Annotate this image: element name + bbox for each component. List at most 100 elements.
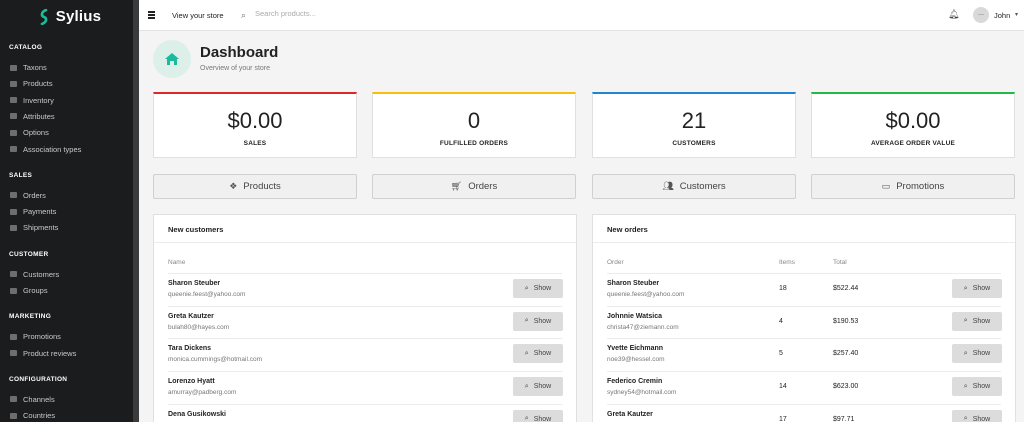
show-button[interactable]: ⌕ Show (952, 279, 1002, 298)
user-menu[interactable]: John (994, 11, 1010, 20)
panel-title: New customers (168, 225, 224, 234)
table-row: Lorenzo Hyatt amurray@padberg.com ⌕ Show (168, 371, 563, 403)
flag-icon (10, 412, 17, 419)
show-button[interactable]: ⌕ Show (513, 377, 563, 397)
page-title: Dashboard (200, 44, 279, 61)
order-customer-name: Sharon Steuber (607, 280, 660, 287)
products-button[interactable]: ❖ Products (153, 174, 357, 199)
order-customer-name: Yvette Eichmann (607, 345, 664, 353)
sidebar-scrollbar[interactable] (133, 0, 139, 422)
sidebar-item-label: Countries (23, 411, 56, 421)
show-label: Show (533, 383, 552, 391)
customer-email: queenie.feest@yahoo.com (168, 291, 246, 298)
customer-email: bulah80@hayes.com (168, 323, 230, 331)
search-icon: ⌕ (524, 284, 529, 292)
stat-value: 21 (681, 108, 707, 133)
stat-customers: 21 CUSTOMERS (592, 92, 796, 158)
chevron-down-icon[interactable]: ▾ (1015, 11, 1018, 18)
logo[interactable]: Sylius (0, 0, 139, 33)
cart-icon (10, 192, 17, 199)
order-items: 14 (779, 383, 787, 391)
show-button[interactable]: ⌕ Show (513, 279, 563, 298)
sidebar-item-attributes[interactable]: Attributes (10, 112, 55, 121)
order-customer-email: christa47@ziemann.com (607, 323, 679, 331)
customers-button[interactable]: 👥︎ Customers (592, 174, 796, 199)
new-customers-panel: New customers Name Sharon Steuber queenie… (153, 214, 577, 422)
sidebar-item-label: Customers (23, 269, 60, 279)
order-items: 17 (779, 415, 787, 422)
users-icon: 👥︎ (662, 181, 674, 191)
customer-email: amurray@padberg.com (168, 389, 237, 397)
sidebar-item-payments[interactable]: Payments (10, 207, 56, 216)
show-label: Show (972, 415, 991, 422)
sidebar-section-title: SALES (9, 171, 33, 179)
sidebar-item-promotions[interactable]: Promotions (10, 332, 61, 341)
column-header-order: Order (607, 259, 624, 266)
users-icon (10, 271, 17, 278)
sidebar-item-label: Orders (23, 190, 46, 200)
search-icon: ⌕ (963, 349, 968, 357)
order-customer-name: Greta Kautzer (607, 410, 653, 418)
history-icon (10, 97, 17, 104)
column-header-items: Items (779, 259, 795, 266)
show-button[interactable]: ⌕ Show (513, 409, 563, 422)
show-button[interactable]: ⌕ Show (513, 344, 563, 364)
sidebar-section-title: CUSTOMER (9, 250, 49, 258)
search-icon: ⌕ (524, 317, 529, 325)
table-row: Johnnie Watsica christa47@ziemann.com 4 $19… (607, 305, 1002, 338)
order-customer-name: Johnnie Watsica (607, 312, 662, 320)
archive-icon (10, 287, 17, 294)
bell-icon[interactable]: 🔔︎ (948, 9, 959, 20)
promotion-icon: ▭ (881, 181, 891, 191)
orders-button[interactable]: 🛒︎ Orders (372, 174, 576, 199)
order-items: 18 (779, 285, 787, 292)
sidebar-item-products[interactable]: Products (10, 79, 53, 88)
sidebar: Sylius CATALOG Taxons Products Inventory Att… (0, 0, 139, 422)
view-store-link[interactable]: View your store (172, 11, 224, 20)
sidebar-item-options[interactable]: Options (10, 128, 49, 137)
sidebar-item-channels[interactable]: Channels (10, 395, 55, 404)
list-icon (10, 146, 17, 152)
order-items: 5 (779, 350, 783, 358)
show-label: Show (533, 317, 552, 325)
show-label: Show (972, 383, 991, 391)
order-customer-email: sydney54@hotmail.com (607, 389, 677, 397)
table-row: Greta Kautzer 17 $97.71 ⌕ Show (607, 403, 1002, 422)
order-total: $97.71 (833, 415, 855, 422)
stat-average-order-value: $0.00 AVERAGE ORDER VALUE (811, 92, 1015, 158)
show-button[interactable]: ⌕ Show (952, 377, 1002, 397)
show-button[interactable]: ⌕ Show (513, 311, 563, 331)
sidebar-item-product-reviews[interactable]: Product reviews (10, 349, 76, 358)
sidebar-item-groups[interactable]: Groups (10, 286, 48, 295)
sidebar-item-orders[interactable]: Orders (10, 191, 46, 200)
panel-title: New orders (607, 225, 648, 234)
sidebar-item-shipments[interactable]: Shipments (10, 223, 58, 232)
sidebar-item-customers[interactable]: Customers (10, 270, 59, 279)
avatar[interactable]: — (973, 7, 989, 23)
sidebar-item-association-types[interactable]: Association types (10, 145, 81, 154)
show-button[interactable]: ⌕ Show (952, 311, 1002, 331)
menu-toggle-icon[interactable] (148, 11, 155, 20)
table-row: Tara Dickens monica.cummings@hotmail.com ⌕… (168, 338, 563, 370)
show-button[interactable]: ⌕ Show (952, 409, 1002, 422)
divider (593, 242, 1015, 243)
sidebar-item-inventory[interactable]: Inventory (10, 96, 54, 105)
show-label: Show (533, 285, 552, 292)
show-button[interactable]: ⌕ Show (952, 344, 1002, 364)
sidebar-item-countries[interactable]: Countries (10, 411, 55, 420)
sidebar-section-title: MARKETING (9, 313, 52, 321)
options-icon (10, 129, 17, 136)
sidebar-item-taxons[interactable]: Taxons (10, 63, 47, 72)
search-icon: ⌕ (524, 349, 529, 357)
search-input[interactable] (255, 9, 455, 18)
show-label: Show (533, 415, 552, 422)
search-icon: ⌕ (963, 415, 968, 422)
sidebar-item-label: Groups (23, 286, 48, 295)
tag-icon (10, 113, 17, 120)
promotions-button[interactable]: ▭ Promotions (811, 174, 1015, 199)
column-header-total: Total (833, 259, 847, 266)
sidebar-item-label: Product reviews (23, 348, 77, 358)
stat-fulfilled-orders: 0 FULFILLED ORDERS (372, 92, 576, 158)
sidebar-item-label: Payments (23, 207, 57, 217)
order-customer-email: queenie.feest@yahoo.com (607, 291, 685, 298)
